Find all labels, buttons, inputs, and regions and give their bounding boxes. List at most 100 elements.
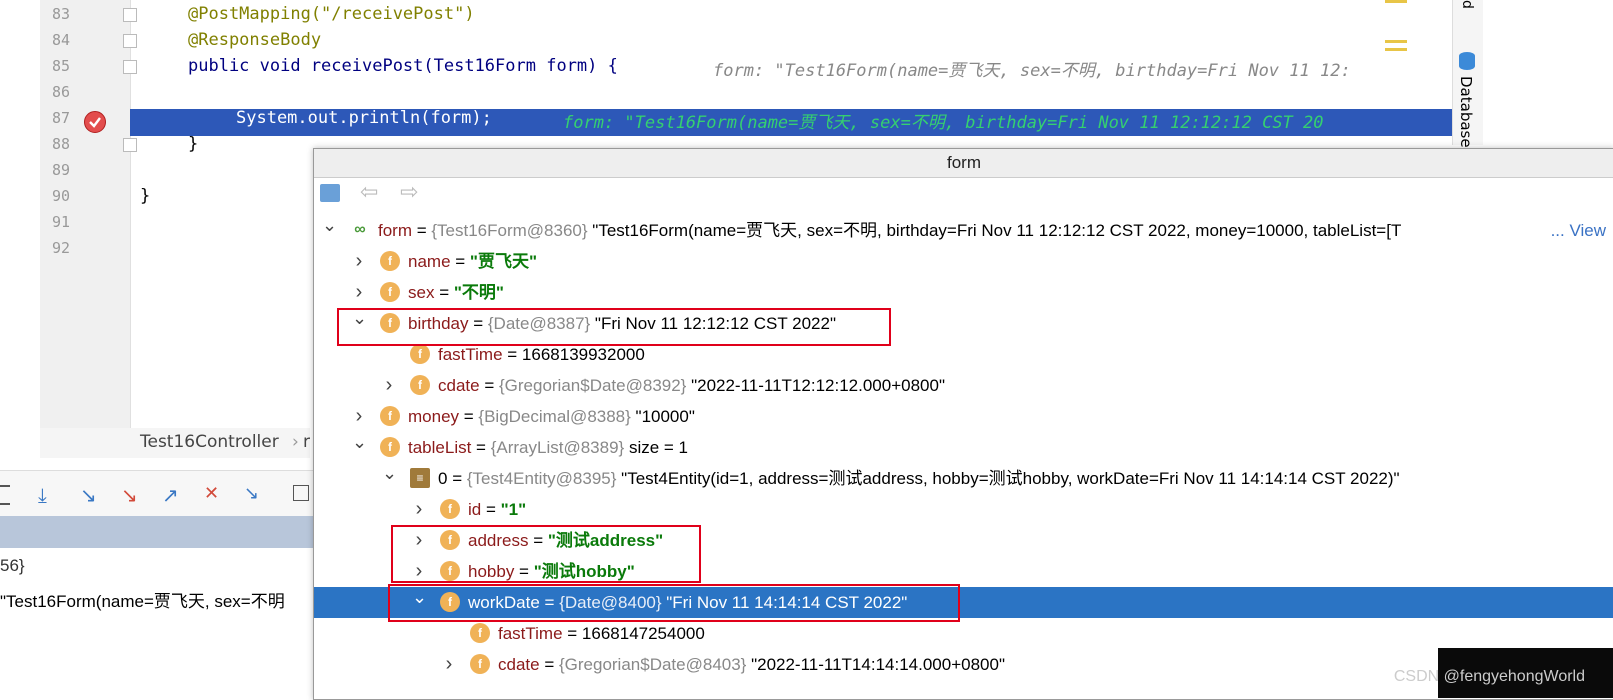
view-link[interactable]: ... View xyxy=(1548,215,1606,246)
back-arrow-icon[interactable]: ⇦ xyxy=(360,180,378,205)
var-name: money xyxy=(408,407,460,426)
highlight-box xyxy=(388,584,960,622)
field-icon: f xyxy=(410,375,430,395)
tree-row[interactable]: ⌄ ∞ form = {Test16Form@8360} "Test16Form(n… xyxy=(314,215,1613,246)
right-tab-top[interactable]: d xyxy=(1459,0,1475,9)
var-value: 1668139932000 xyxy=(521,345,645,364)
var-name: cdate xyxy=(498,655,540,674)
chevron-right-icon[interactable]: › xyxy=(442,649,456,680)
breadcrumb[interactable]: Test16Controller › r xyxy=(40,428,310,458)
chevron-down-icon[interactable]: ⌄ xyxy=(352,427,367,458)
var-string-value: "1" xyxy=(500,500,527,519)
step-over-icon[interactable]: ⤓ xyxy=(38,483,47,507)
tree-row-text: tableList = {ArrayList@8389} size = 1 xyxy=(408,438,689,457)
step-into-icon[interactable]: ↘ xyxy=(80,483,97,507)
highlight-box xyxy=(391,525,701,583)
var-name: sex xyxy=(408,283,435,302)
code-line-88: } xyxy=(188,134,199,154)
tree-row-text: name = "贾飞天" xyxy=(408,252,538,271)
var-name: form xyxy=(378,221,412,240)
tree-row[interactable]: › f money = {BigDecimal@8388} "10000" xyxy=(314,401,1613,432)
scroll-marker xyxy=(1385,48,1407,51)
code-line-83: @PostMapping("/receivePost") xyxy=(188,4,475,24)
var-type-ref: {ArrayList@8389} xyxy=(490,438,625,457)
evaluate-icon[interactable] xyxy=(293,485,309,501)
var-value: "10000" xyxy=(630,407,695,426)
code-line-90: } xyxy=(140,186,151,206)
breadcrumb-class[interactable]: Test16Controller xyxy=(140,432,279,452)
fold-marker-icon[interactable] xyxy=(123,138,137,152)
right-tool-strip: d Database xyxy=(1452,0,1483,148)
chevron-down-icon[interactable]: ⌄ xyxy=(382,458,397,489)
var-string-value: "贾飞天" xyxy=(469,252,538,271)
tree-row[interactable]: ⌄ ≡ 0 = {Test4Entity@8395} "Test4Entity(id… xyxy=(314,463,1613,494)
debug-toolbar: ⤓ ↘ ↘ ↗ ✕ ↘ xyxy=(0,470,315,517)
tree-row[interactable]: › f cdate = {Gregorian$Date@8392} "2022-11… xyxy=(314,370,1613,401)
database-tab[interactable]: Database xyxy=(1457,76,1475,148)
debug-var-value: "Test16Form(name=贾飞天, sex=不明 xyxy=(0,592,285,611)
debug-tab-bar xyxy=(0,516,315,548)
var-type-ref: {Gregorian$Date@8392} xyxy=(498,376,687,395)
var-type-ref: {BigDecimal@8388} xyxy=(478,407,631,426)
field-icon: f xyxy=(440,499,460,519)
tree-row[interactable]: › f sex = "不明" xyxy=(314,277,1613,308)
force-step-into-icon[interactable]: ↘ xyxy=(121,483,138,507)
line-number: 86 xyxy=(51,83,70,101)
forward-arrow-icon[interactable]: ⇨ xyxy=(400,180,418,205)
highlight-box xyxy=(337,308,891,346)
fold-marker-icon[interactable] xyxy=(123,34,137,48)
var-name: fastTime xyxy=(438,345,503,364)
drop-frame-icon[interactable]: ✕ xyxy=(204,483,219,504)
chevron-right-icon[interactable]: › xyxy=(382,370,396,401)
tree-row[interactable]: f fastTime = 1668147254000 xyxy=(314,618,1613,649)
fold-marker-icon[interactable] xyxy=(123,8,137,22)
tree-row-text: cdate = {Gregorian$Date@8403} "2022-11-1… xyxy=(498,655,1005,674)
folder-tree-icon[interactable] xyxy=(320,184,340,202)
tree-row-text: fastTime = 1668147254000 xyxy=(498,624,705,643)
code-line-84: @ResponseBody xyxy=(188,30,322,50)
tree-row-text: cdate = {Gregorian$Date@8392} "2022-11-1… xyxy=(438,376,945,395)
var-name: cdate xyxy=(438,376,480,395)
tree-row[interactable]: ⌄ f tableList = {ArrayList@8389} size = 1 xyxy=(314,432,1613,463)
chevron-right-icon[interactable]: › xyxy=(412,494,426,525)
step-out-icon[interactable]: ↗ xyxy=(162,483,179,507)
tree-row[interactable]: › f id = "1" xyxy=(314,494,1613,525)
popup-title: form xyxy=(314,149,1613,178)
code-line-85: public void receivePost(Test16Form form)… xyxy=(188,56,618,76)
var-name: id xyxy=(468,500,482,519)
line-number: 92 xyxy=(51,239,70,257)
breadcrumb-method[interactable]: r xyxy=(303,432,310,452)
tree-row[interactable]: › f name = "贾飞天" xyxy=(314,246,1613,277)
field-icon: f xyxy=(470,623,490,643)
var-type-ref: {Gregorian$Date@8403} xyxy=(558,655,747,674)
code-line-87: System.out.println(form); xyxy=(236,108,492,128)
line-number: 91 xyxy=(51,213,70,231)
chevron-right-icon[interactable]: › xyxy=(352,246,366,277)
var-value: "2022-11-11T14:14:14.000+0800" xyxy=(746,655,1005,674)
scroll-marker xyxy=(1385,0,1407,3)
var-type-ref: {Test16Form@8360} xyxy=(431,221,588,240)
field-icon: f xyxy=(380,406,400,426)
fold-marker-icon[interactable] xyxy=(123,60,137,74)
var-value: "Test4Entity(id=1, address=测试address, ho… xyxy=(616,469,1400,488)
line-number: 89 xyxy=(51,161,70,179)
chevron-down-icon[interactable]: ⌄ xyxy=(322,210,337,241)
scroll-marker xyxy=(1385,40,1407,43)
line-number: 87 xyxy=(51,109,70,127)
tree-row-text: 0 = {Test4Entity@8395} "Test4Entity(id=1… xyxy=(438,469,1400,488)
list-item-icon: ≡ xyxy=(410,468,430,488)
field-icon: f xyxy=(380,251,400,271)
breakpoint-icon[interactable] xyxy=(84,111,106,133)
var-type-ref: {Test4Entity@8395} xyxy=(466,469,617,488)
var-name: tableList xyxy=(408,438,472,457)
var-value: 1668147254000 xyxy=(581,624,705,643)
tree-row-text: id = "1" xyxy=(468,500,527,519)
watch-icon: ∞ xyxy=(354,221,366,238)
field-icon: f xyxy=(380,437,400,457)
menu-icon[interactable] xyxy=(0,485,10,505)
inline-value-hint: form: "Test16Form(name=贾飞天, sex=不明, birt… xyxy=(713,61,1351,81)
var-value: "2022-11-11T12:12:12.000+0800" xyxy=(686,376,945,395)
run-to-cursor-icon[interactable]: ↘ xyxy=(244,483,259,504)
variable-tree[interactable]: ⌄ ∞ form = {Test16Form@8360} "Test16Form(n… xyxy=(314,215,1613,699)
breadcrumb-separator-icon: › xyxy=(292,432,299,452)
